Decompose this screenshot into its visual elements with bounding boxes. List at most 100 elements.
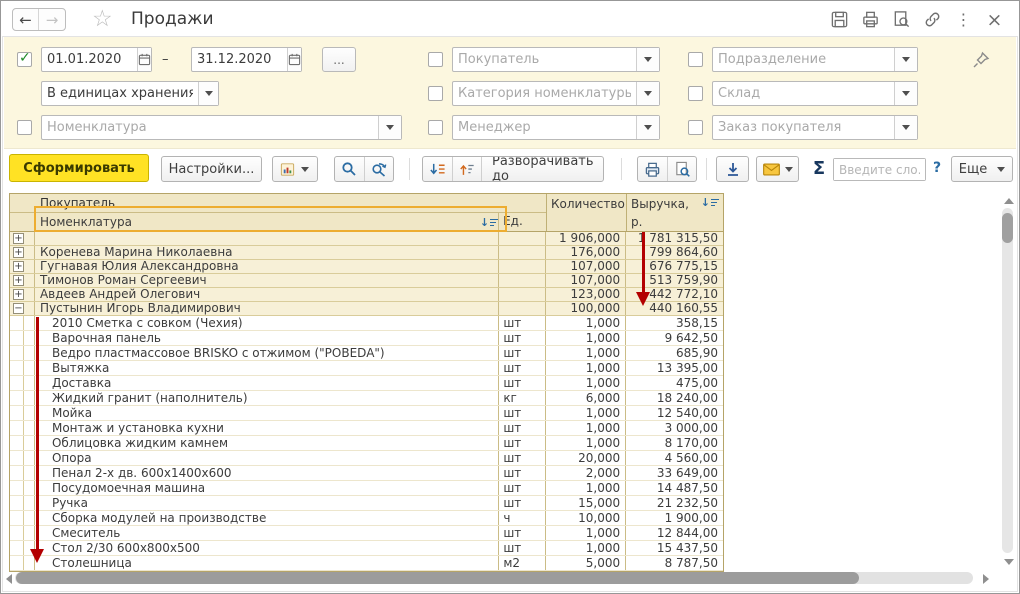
detail-row[interactable]: Посудомоечная машина шт 1,000 14 487,50 — [10, 481, 723, 496]
expander-icon[interactable]: + — [13, 275, 24, 286]
period-to-input[interactable] — [192, 48, 287, 71]
detail-row[interactable]: Вытяжка шт 1,000 13 395,00 — [10, 361, 723, 376]
generate-button[interactable]: Сформировать — [9, 154, 149, 182]
column-header-nomenclature[interactable]: Номенклатура ↓ — [35, 213, 499, 231]
expand-to-button[interactable]: Разворачивать до — [481, 157, 604, 181]
chevron-down-icon — [785, 167, 793, 172]
preview-button[interactable] — [667, 157, 697, 181]
print-button[interactable] — [638, 157, 667, 181]
quick-search-input[interactable] — [834, 159, 925, 180]
column-header-buyer[interactable]: Покупатель — [10, 194, 546, 213]
detail-row[interactable]: Доставка шт 1,000 475,00 — [10, 376, 723, 391]
dropdown-button[interactable] — [198, 82, 218, 105]
detail-row[interactable]: Жидкий гранит (наполнитель) кг 6,000 18 … — [10, 391, 723, 406]
calendar-button[interactable] — [287, 48, 301, 71]
buyer-input[interactable] — [453, 48, 636, 71]
collapse-all-button[interactable] — [452, 157, 481, 181]
dropdown-button[interactable] — [894, 82, 917, 105]
total-row[interactable]: + 1 906,000 1 781 315,50 — [10, 232, 723, 246]
manager-checkbox[interactable] — [428, 120, 443, 135]
detail-row[interactable]: Ручка шт 15,000 21 232,50 — [10, 496, 723, 511]
period-checkbox[interactable]: ✓ — [17, 52, 32, 67]
dropdown-button[interactable] — [636, 82, 659, 105]
close-icon[interactable]: × — [985, 10, 1004, 29]
column-header-revenue[interactable]: Выручка, р. ↓ — [627, 194, 723, 231]
dropdown-button[interactable] — [894, 116, 917, 139]
titlebar-actions: ⋮ × — [830, 10, 1004, 29]
forward-button[interactable]: → — [39, 9, 65, 30]
favorite-star-icon[interactable]: ☆ — [92, 6, 113, 32]
detail-row[interactable]: Мойка шт 1,000 12 540,00 — [10, 406, 723, 421]
category-input[interactable] — [453, 82, 636, 105]
detail-row[interactable]: Стол 2/30 600х800х500 шт 1,000 15 437,50 — [10, 541, 723, 556]
detail-row[interactable]: Ведро пластмассовое BRISKO с отжимом ("P… — [10, 346, 723, 361]
category-checkbox[interactable] — [428, 86, 443, 101]
dropdown-button[interactable] — [636, 48, 659, 71]
detail-row[interactable]: 2010 Сметка с совком (Чехия) шт 1,000 35… — [10, 316, 723, 331]
group-row[interactable]: + Коренева Марина Николаевна 176,000 799… — [10, 246, 723, 260]
calendar-button[interactable] — [137, 48, 151, 71]
detail-row[interactable]: Смеситель шт 1,000 12 844,00 — [10, 526, 723, 541]
expander-icon[interactable]: + — [13, 261, 24, 272]
expander-icon[interactable]: − — [13, 303, 24, 314]
save-icon[interactable] — [830, 10, 849, 29]
find-button[interactable] — [335, 157, 364, 181]
buyer-checkbox[interactable] — [428, 52, 443, 67]
find-next-button[interactable] — [364, 157, 393, 181]
pin-icon[interactable] — [970, 49, 992, 71]
nomenclature-input[interactable] — [42, 116, 378, 139]
detail-row[interactable]: Варочная панель шт 1,000 9 642,50 — [10, 331, 723, 346]
print-icon[interactable] — [861, 10, 880, 29]
export-save-button[interactable] — [717, 157, 748, 181]
period-from-input[interactable] — [42, 48, 137, 71]
detail-row[interactable]: Монтаж и установка кухни шт 1,000 3 000,… — [10, 421, 723, 436]
more-menu-icon[interactable]: ⋮ — [954, 10, 973, 29]
horizontal-scrollbar-thumb[interactable] — [16, 572, 859, 584]
group-row[interactable]: + Тимонов Роман Сергеевич 107,000 513 75… — [10, 274, 723, 288]
column-header-quantity[interactable]: Количество — [547, 194, 627, 231]
column-header-unit[interactable]: Ед. — [499, 213, 546, 231]
detail-row[interactable]: Опора шт 20,000 4 560,00 — [10, 451, 723, 466]
link-icon[interactable] — [923, 10, 942, 29]
detail-row[interactable]: Сборка модулей на производстве ч 10,000 … — [10, 511, 723, 526]
print-group — [637, 156, 697, 182]
detail-row[interactable]: Облицовка жидким камнем шт 1,000 8 170,0… — [10, 436, 723, 451]
expand-all-button[interactable] — [423, 157, 452, 181]
period-options-button[interactable]: ... — [322, 47, 356, 72]
order-input[interactable] — [713, 116, 894, 139]
group-row[interactable]: + Гугнавая Юлия Александровна 107,000 67… — [10, 260, 723, 274]
dropdown-button[interactable] — [378, 116, 401, 139]
group-row[interactable]: + Авдеев Андрей Олегович 123,000 442 772… — [10, 288, 723, 302]
expander-icon[interactable]: + — [13, 247, 24, 258]
detail-row[interactable]: Столешница м2 5,000 8 787,50 — [10, 556, 723, 571]
dropdown-button[interactable] — [894, 48, 917, 71]
report-variants-button[interactable] — [273, 157, 315, 181]
warehouse-checkbox[interactable] — [688, 86, 703, 101]
order-checkbox[interactable] — [688, 120, 703, 135]
vertical-scrollbar-thumb[interactable] — [1002, 213, 1013, 243]
more-button[interactable]: Еще — [951, 156, 1013, 182]
unit-mode-value[interactable] — [42, 82, 198, 105]
help-button[interactable]: ? — [933, 160, 941, 176]
expander-icon[interactable]: + — [13, 289, 24, 300]
expander-icon[interactable]: + — [13, 233, 24, 244]
nomenclature-checkbox[interactable] — [17, 120, 32, 135]
vertical-scroll-down-arrow[interactable] — [1004, 559, 1014, 565]
sum-sigma-button[interactable]: Σ — [807, 158, 831, 179]
department-checkbox[interactable] — [688, 52, 703, 67]
warehouse-input[interactable] — [713, 82, 894, 105]
settings-button[interactable]: Настройки... — [161, 156, 262, 182]
print-preview-icon[interactable] — [892, 10, 911, 29]
vertical-scrollbar-track[interactable] — [1002, 208, 1013, 553]
detail-row[interactable]: Пенал 2-х дв. 600х1400х600 шт 2,000 33 6… — [10, 466, 723, 481]
send-email-button[interactable] — [757, 157, 799, 181]
vertical-scroll-up-arrow[interactable] — [1004, 198, 1014, 204]
group-row[interactable]: − Пустынин Игорь Владимирович 100,000 44… — [10, 302, 723, 316]
horizontal-scroll-right-arrow[interactable] — [983, 574, 989, 584]
manager-input[interactable] — [453, 116, 636, 139]
back-button[interactable]: ← — [13, 9, 39, 30]
department-input[interactable] — [713, 48, 894, 71]
horizontal-scroll-left-arrow[interactable] — [6, 574, 12, 584]
dropdown-button[interactable] — [636, 116, 659, 139]
filter-panel: ✓ – ... — [4, 37, 1016, 149]
